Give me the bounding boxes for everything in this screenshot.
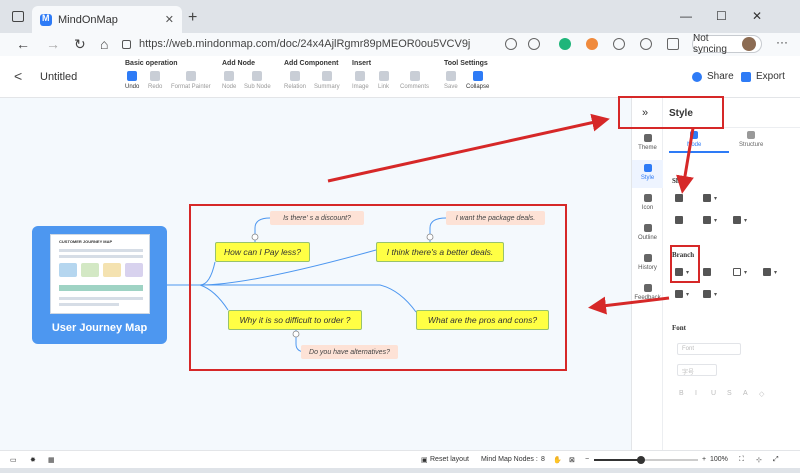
- hand-tool-icon[interactable]: ✋: [553, 456, 562, 464]
- reset-layout-icon[interactable]: ▣: [421, 456, 428, 464]
- center-icon[interactable]: ⊹: [756, 456, 762, 464]
- node-count-value: 8: [541, 456, 545, 463]
- status-bar: ▭ ✸ ▦ ▣ Reset layout Mind Map Nodes : 8 …: [0, 450, 800, 468]
- annotation-arrows: [327, 113, 695, 315]
- zoom-slider-handle[interactable]: [636, 456, 645, 464]
- view-mode-icon[interactable]: ⊠: [569, 456, 575, 464]
- zoom-out-icon[interactable]: −: [585, 456, 589, 463]
- zoom-in-icon[interactable]: +: [702, 456, 706, 463]
- zoom-slider[interactable]: [594, 456, 698, 464]
- window-bottom-edge: [0, 468, 800, 473]
- arrow-to-mind-map: [588, 296, 670, 315]
- keyboard-icon[interactable]: ▦: [48, 456, 55, 464]
- arrow-to-shape-section: [676, 127, 695, 194]
- fit-screen-icon[interactable]: ⛶: [739, 456, 744, 464]
- node-count-label: Mind Map Nodes :: [481, 456, 538, 463]
- zoom-slider-fill: [594, 459, 641, 461]
- fullscreen-icon[interactable]: ⤢: [773, 456, 779, 464]
- reset-layout-button[interactable]: Reset layout: [430, 456, 469, 463]
- panel-toggle-icon[interactable]: ▭: [10, 456, 17, 464]
- zoom-level[interactable]: 100%: [710, 456, 728, 463]
- theme-toggle-icon[interactable]: ✸: [30, 456, 36, 464]
- arrow-to-style-tab: [327, 113, 610, 183]
